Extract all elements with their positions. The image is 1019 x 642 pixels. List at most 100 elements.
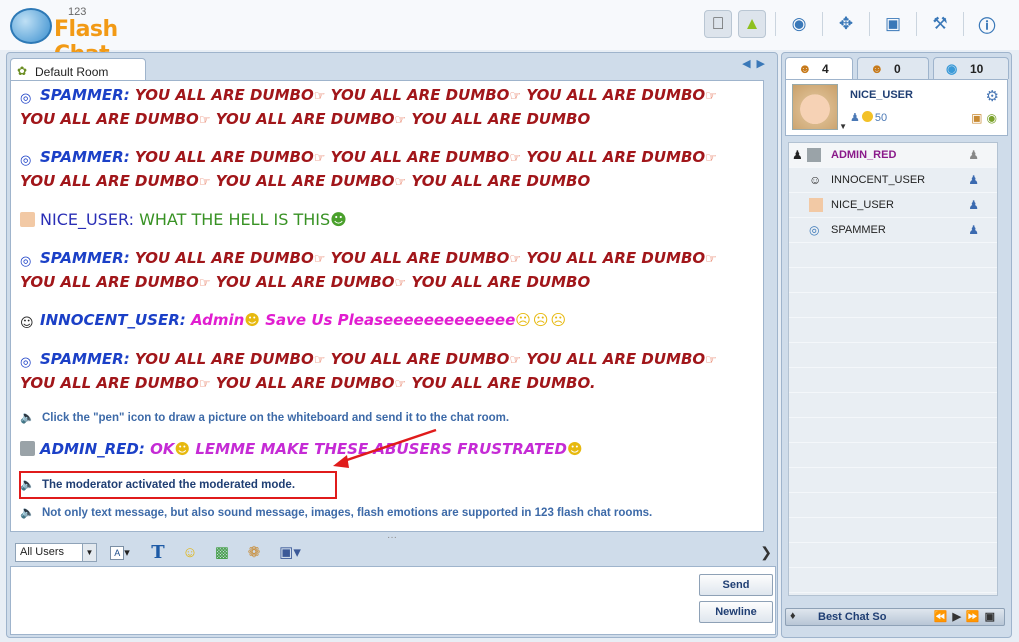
text-style-icon[interactable]: T (146, 543, 170, 563)
thumbs-down-icon: ☞ (394, 113, 407, 128)
list-item[interactable]: ♟ ADMIN_RED ♟ (789, 143, 997, 167)
chat-message: ◎ SPAMMER: YOU ALL ARE DUMBO☞ YOU ALL ARE… (20, 86, 717, 128)
header: 123 Flash Chat  ▲ ◉ ✥ ▣ ⚒ ⓘ (0, 0, 1019, 67)
user-name: INNOCENT_USER (831, 174, 926, 186)
chat-panel: ✿ Default Room ◀▶ ◎ SPAMMER: YOU ALL ARE … (6, 52, 778, 638)
player-title: Best Chat So (818, 611, 887, 623)
message-text: YOU ALL ARE DUMBO (134, 350, 314, 368)
my-profile: ▼ NICE_USER ⚙ ♟ 50 ▣◉ (785, 79, 1008, 136)
rooms-count: 0 (894, 62, 901, 76)
ticket-icon[interactable]: ▣ (971, 111, 986, 125)
music-player: ♦ Best Chat So ⏪▶⏩▣ (785, 608, 1005, 626)
user-status-icon: ♟ (968, 173, 979, 187)
message-text: YOU ALL ARE DUMBO (526, 249, 706, 267)
message-text: Save Us Pleaseeeeeeeeeeeee (265, 311, 516, 329)
chat-message: ◎ SPAMMER: YOU ALL ARE DUMBO☞ YOU ALL ARE… (20, 249, 717, 291)
user-name: SPAMMER (831, 224, 886, 236)
whiteboard-palette-icon[interactable]: ❁ (242, 543, 266, 563)
user-panel: ☻ 4 ☻ 0 ◉ 10 ▼ NICE_USER ⚙ ♟ 50 ▣◉ ♟ ADMIN_R… (781, 52, 1012, 638)
speaker-icon: 🔈 (20, 410, 35, 424)
innocent-avatar-icon: ☺ (809, 173, 822, 187)
unknown-status-icon: ♟ (968, 148, 979, 162)
gamepad-icon[interactable]: ✥ (832, 10, 860, 38)
gear-icon[interactable]: ⚙ (986, 87, 999, 105)
chevron-down-icon[interactable]: ▼ (839, 122, 847, 131)
thumbs-down-icon: ☞ (313, 151, 326, 166)
list-item[interactable]: ◎ SPAMMER ♟ (789, 218, 997, 242)
tab-users[interactable]: ☻ 4 (785, 57, 853, 79)
thumbs-down-icon: ☞ (705, 252, 717, 267)
tab-messages[interactable]: ◉ 10 (933, 57, 1009, 79)
user-status-icon: ♟ (968, 198, 979, 212)
nice-user-avatar-icon (809, 198, 823, 212)
nice-user-avatar-icon (20, 212, 35, 227)
smiley-icon: ☻ (244, 311, 260, 329)
player-controls[interactable]: ⏪▶⏩▣ (934, 610, 1000, 623)
thumbs-down-icon: ☞ (509, 151, 522, 166)
group-icon: ☻ (870, 61, 884, 76)
send-image-icon[interactable]: ▩ (210, 543, 234, 563)
message-user: SPAMMER (40, 86, 124, 104)
chevron-right-icon[interactable]: ❯ (760, 544, 772, 561)
message-text: YOU ALL ARE DUMBO (134, 86, 314, 104)
message-text: YOU ALL ARE DUMBO (411, 273, 591, 291)
speech-bubble-icon: ◉ (946, 61, 958, 76)
android-icon[interactable]: ▲ (738, 10, 766, 38)
moderated-mode-highlight-box (19, 471, 337, 499)
webcam-icon[interactable]: ◉ (785, 10, 813, 38)
thumbs-down-icon: ☞ (198, 113, 211, 128)
gift-icon[interactable]: ▣ (879, 10, 907, 38)
message-text: YOU ALL ARE DUMBO (526, 86, 706, 104)
avatar[interactable]: ▼ (792, 84, 847, 131)
chat-message: ◎ SPAMMER: YOU ALL ARE DUMBO☞ YOU ALL ARE… (20, 350, 717, 392)
message-text: YOU ALL ARE DUMBO (330, 249, 510, 267)
thumbs-down-icon: ☞ (313, 89, 326, 104)
thumbs-down-icon: ☞ (394, 276, 407, 291)
thumbs-down-icon: ☞ (198, 175, 211, 190)
users-icon: ☻ (798, 61, 812, 76)
info-icon[interactable]: ⓘ (973, 10, 1001, 38)
message-user: SPAMMER (40, 148, 124, 166)
message-text: YOU ALL ARE DUMBO (134, 249, 314, 267)
points-value: 50 (874, 112, 888, 124)
chevron-down-icon[interactable]: ▼ (82, 544, 96, 561)
thumbs-down-icon: ☞ (509, 89, 522, 104)
send-button[interactable]: Send (699, 574, 773, 596)
tab-default-room[interactable]: ✿ Default Room (10, 58, 146, 81)
wrench-icon[interactable]: ⚒ (926, 10, 954, 38)
message-user: ADMIN_RED (40, 440, 139, 458)
facebook-share-icon[interactable]: ▣▾ (278, 543, 302, 563)
newline-button[interactable]: Newline (699, 601, 773, 623)
message-text: YOU ALL ARE DUMBO (411, 110, 591, 128)
chat-message: ☺ INNOCENT_USER: Admin☻ Save Us Pleaseeee… (20, 311, 569, 331)
message-text: YOU ALL ARE DUMBO (526, 148, 706, 166)
apple-icon[interactable]:  (704, 10, 732, 38)
volume-icon[interactable]: ♦ (790, 610, 796, 622)
message-text: YOU ALL ARE DUMBO (20, 374, 199, 392)
app-logo: 123 Flash Chat (8, 4, 148, 67)
message-input[interactable]: Send Newline (10, 566, 776, 635)
font-size-button[interactable]: A ▾ (108, 543, 132, 563)
room-tab-label: Default Room (35, 65, 109, 79)
list-item[interactable]: ☺ INNOCENT_USER ♟ (789, 168, 997, 192)
thumbs-down-icon: ☞ (394, 377, 407, 392)
recipient-value: All Users (20, 546, 65, 558)
message-area: ◎ SPAMMER: YOU ALL ARE DUMBO☞ YOU ALL ARE… (10, 80, 764, 532)
list-item[interactable]: NICE_USER ♟ (789, 193, 997, 217)
message-text: YOU ALL ARE DUMBO (134, 148, 314, 166)
message-user: NICE_USER (40, 210, 129, 229)
tab-rooms[interactable]: ☻ 0 (857, 57, 929, 79)
message-text: YOU ALL ARE DUMBO. (411, 374, 596, 392)
spammer-avatar-icon: ◎ (20, 153, 32, 168)
system-message-text: Not only text message, but also sound me… (41, 507, 653, 519)
user-name: NICE_USER (831, 199, 894, 211)
recipient-select[interactable]: All Users ▼ (15, 543, 97, 562)
chat-message: ADMIN_RED: OK☻ LEMME MAKE THESE ABUSERS … (20, 438, 583, 461)
message-text: YOU ALL ARE DUMBO (215, 172, 395, 190)
room-tabbar: ✿ Default Room ◀▶ (7, 53, 777, 81)
coins-icon[interactable]: ◉ (987, 111, 1001, 125)
tab-scroll-arrows[interactable]: ◀▶ (742, 57, 771, 70)
emoticon-icon[interactable]: ☺ (178, 543, 202, 563)
profile-points: ♟ 50 (850, 111, 887, 124)
room-icon: ✿ (17, 64, 28, 78)
